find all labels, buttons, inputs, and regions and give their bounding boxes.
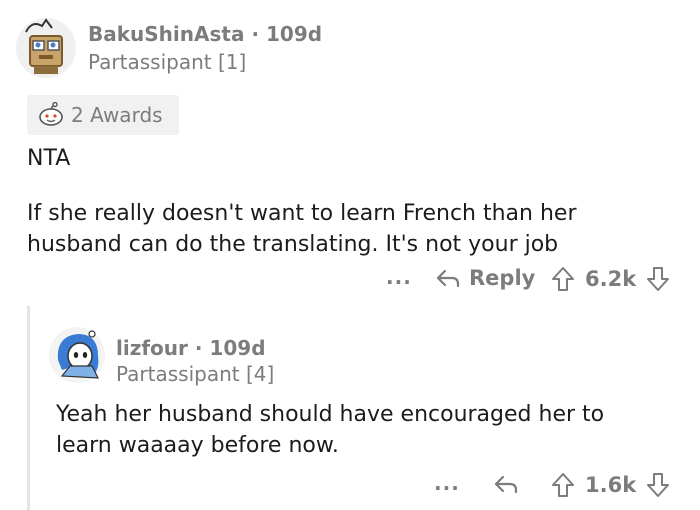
vote-score: 1.6k: [585, 473, 637, 497]
reply-arrow-icon: [436, 269, 460, 288]
vote-controls: 1.6k: [551, 472, 670, 498]
awards-label: 2 Awards: [71, 103, 163, 127]
comment-header: BakuShinAsta · 109d: [88, 22, 322, 46]
robot-avatar-icon: [16, 18, 76, 78]
comment-body-line: Yeah her husband should have encouraged …: [56, 402, 605, 427]
reply-button[interactable]: [493, 472, 519, 496]
username[interactable]: lizfour: [116, 336, 188, 360]
separator-dot: ·: [194, 336, 203, 360]
vote-controls: 6.2k: [551, 266, 670, 292]
vote-score: 6.2k: [585, 267, 637, 291]
comment-body-line: husband can do the translating. It's not…: [27, 232, 559, 257]
upvote-arrow-icon[interactable]: [551, 472, 575, 498]
more-options-button[interactable]: ...: [434, 471, 460, 495]
thread-line[interactable]: [27, 306, 30, 510]
comment-actions: ...: [386, 265, 412, 289]
reply-arrow-icon: [494, 475, 518, 494]
comment-body-line: NTA: [27, 146, 71, 171]
upvote-arrow-icon[interactable]: [551, 266, 575, 292]
comment-header: lizfour · 109d: [116, 336, 266, 360]
comment-body-line: learn waaaay before now.: [56, 433, 339, 458]
separator-dot: ·: [251, 22, 260, 46]
award-icon: [39, 102, 63, 126]
downvote-arrow-icon[interactable]: [646, 472, 670, 498]
reply-label: Reply: [469, 266, 536, 290]
avatar[interactable]: [12, 12, 80, 80]
more-options-button[interactable]: ...: [386, 265, 412, 289]
user-flair: Partassipant [1]: [88, 50, 247, 74]
comment-age: 109d: [266, 22, 323, 46]
awards-badge[interactable]: 2 Awards: [27, 95, 179, 135]
comment-age: 109d: [209, 336, 266, 360]
reply-button[interactable]: Reply: [435, 266, 535, 290]
username[interactable]: BakuShinAsta: [88, 22, 244, 46]
user-flair: Partassipant [4]: [116, 362, 275, 386]
comment-actions: ...: [434, 471, 460, 495]
avatar[interactable]: [48, 326, 106, 384]
blue-hair-avatar-icon: [49, 327, 105, 383]
comment-body-line: If she really doesn't want to learn Fren…: [27, 201, 577, 226]
downvote-arrow-icon[interactable]: [646, 266, 670, 292]
